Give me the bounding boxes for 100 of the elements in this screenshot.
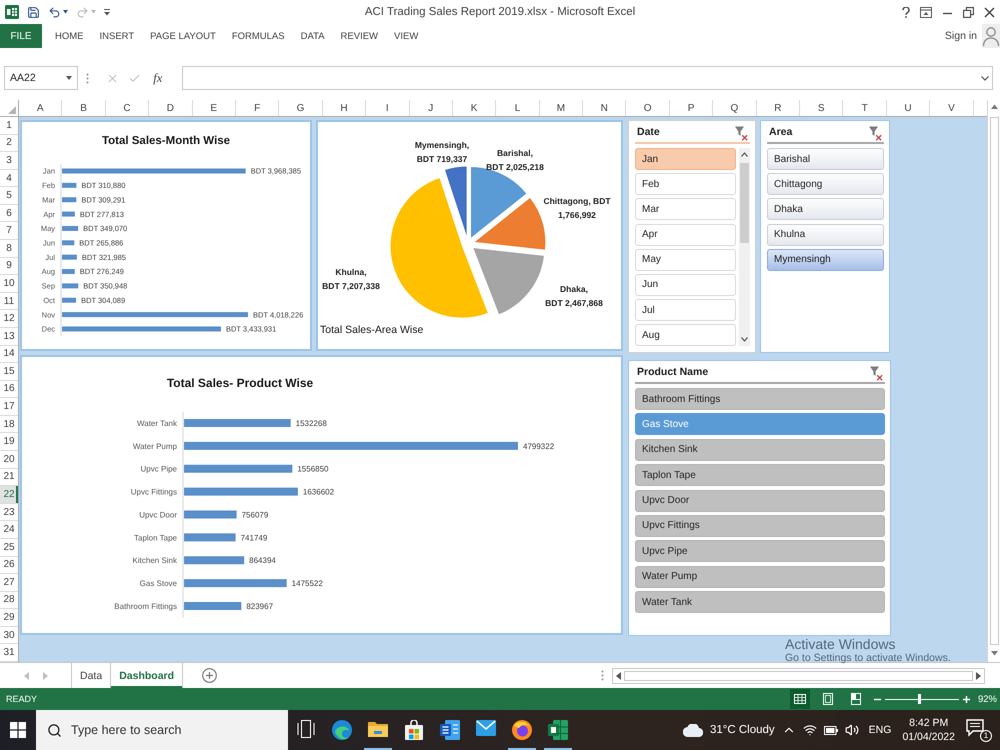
scrollbar-thumb[interactable] [990,117,998,645]
search-input[interactable]: Type here to search [71,719,288,741]
slicer-item[interactable]: Barishal [767,148,884,170]
slicer-item[interactable]: Water Tank [635,591,885,614]
slicer-item[interactable]: Bathroom Fittings [635,388,885,410]
slicer-item[interactable]: Chittagong [767,173,884,196]
save-icon[interactable] [27,6,40,18]
ribbon-tab[interactable]: PAGE LAYOUT [142,24,224,48]
slicer-item[interactable]: Mar [635,198,736,220]
caret-icon[interactable] [66,76,72,80]
browser-icon[interactable] [512,720,532,740]
slicer-item[interactable]: Jan [635,148,736,170]
sign-in-link[interactable]: Sign in [940,30,982,42]
zoom-in-icon[interactable] [962,696,970,702]
grip-icon[interactable] [86,72,89,84]
battery-icon[interactable] [824,726,838,734]
scroll-down-icon[interactable] [741,337,748,342]
clear-filter-icon[interactable] [869,126,882,141]
scroll-up-icon[interactable] [990,104,998,109]
slicer-item[interactable]: May [635,248,736,271]
column-header[interactable]: O [626,100,670,116]
expand-icon[interactable] [981,76,989,80]
ribbon-tab[interactable]: HOME [47,24,92,48]
browser-icon[interactable] [332,720,352,740]
search-box[interactable]: Type here to search [36,710,288,750]
slicer-item[interactable]: Upvc Fittings [635,514,885,537]
shopping-bag-icon[interactable] [405,720,423,740]
language-indicator[interactable]: ENG [868,724,892,736]
task-view-icon[interactable] [297,720,315,738]
slicer-item[interactable]: Dhaka [767,198,884,220]
folder-icon[interactable] [368,720,388,737]
ribbon-tab[interactable]: DATA [292,24,333,48]
row-header[interactable]: 16 [0,380,18,398]
customize-icon[interactable] [104,8,110,16]
slicer-item[interactable]: Aug [635,324,736,346]
column-header[interactable]: T [843,100,887,116]
speaker-icon[interactable] [844,723,859,737]
ribbon-tab[interactable]: INSERT [92,24,142,48]
column-header[interactable]: E [192,100,236,116]
spreadsheet-icon[interactable] [548,720,568,740]
clock-time[interactable]: 8:42 PM [909,716,948,730]
column-header[interactable]: L [496,100,540,116]
column-header[interactable]: Q [713,100,757,116]
document-icon[interactable] [440,720,460,740]
sheet-tab[interactable]: Dashboard [111,663,184,688]
ribbon-tab[interactable]: VIEW [386,24,426,48]
scrollbar-thumb[interactable] [624,670,973,680]
name-box[interactable]: AA22 [4,66,78,90]
ribbon-tab[interactable]: REVIEW [332,24,386,48]
row-header[interactable]: 14 [0,346,18,364]
row-header[interactable]: 4 [0,170,18,188]
scroll-up-icon[interactable] [741,152,748,157]
column-header[interactable]: D [149,100,193,116]
zoom-level-text[interactable]: 92% [978,694,997,704]
slicer-item[interactable]: Jun [635,274,736,296]
column-header[interactable]: A [19,100,62,116]
ribbon-display-icon[interactable] [920,6,932,18]
formula-input[interactable] [182,66,993,90]
undo-icon[interactable] [48,6,61,18]
column-header[interactable]: N [583,100,626,116]
column-header[interactable]: H [322,100,366,116]
caret-icon[interactable] [63,10,68,14]
column-header[interactable]: I [366,100,410,116]
column-header[interactable]: P [670,100,714,116]
column-header[interactable]: C [106,100,150,116]
column-header[interactable]: F [236,100,280,116]
row-header[interactable]: 28 [0,592,18,610]
scroll-down-icon[interactable] [990,651,998,656]
column-header[interactable]: J [410,100,453,116]
column-header[interactable]: B [62,100,106,116]
slicer-item[interactable]: Apr [635,224,736,246]
vertical-scrollbar[interactable] [987,100,1000,662]
slicer-item[interactable]: Water Pump [635,566,885,588]
slicer-scrollbar[interactable] [739,148,750,346]
restore-icon[interactable] [963,6,974,18]
slicer-item[interactable]: Upvc Door [635,490,885,512]
file-tab[interactable]: FILE [0,24,42,48]
row-header[interactable]: 22 [0,486,18,504]
slicer-item[interactable]: Mymensingh [767,248,884,271]
notification-icon[interactable] [966,719,984,737]
column-header[interactable]: S [800,100,844,116]
slicer-item[interactable]: Jul [635,299,736,322]
add-sheet-icon[interactable] [202,668,218,683]
scrollbar-thumb[interactable] [740,163,749,243]
row-header[interactable]: 2 [0,134,18,152]
cloud-icon[interactable] [682,724,703,736]
horizontal-scrollbar[interactable] [612,668,985,684]
close-icon[interactable] [984,6,995,18]
insert-function-button[interactable]: fx [150,70,166,86]
column-header[interactable]: G [279,100,323,116]
slicer-item[interactable]: Khulna [767,224,884,246]
column-header[interactable]: M [540,100,584,116]
grip-icon[interactable] [601,670,604,681]
slicer-item[interactable]: Upvc Pipe [635,540,885,562]
row-header[interactable]: 21 [0,468,18,486]
slider-thumb[interactable] [918,694,921,704]
slicer-item[interactable]: Taplon Tape [635,464,885,486]
scroll-right-icon[interactable] [976,672,981,680]
scroll-left-icon[interactable] [616,672,621,680]
help-icon[interactable] [902,6,910,18]
